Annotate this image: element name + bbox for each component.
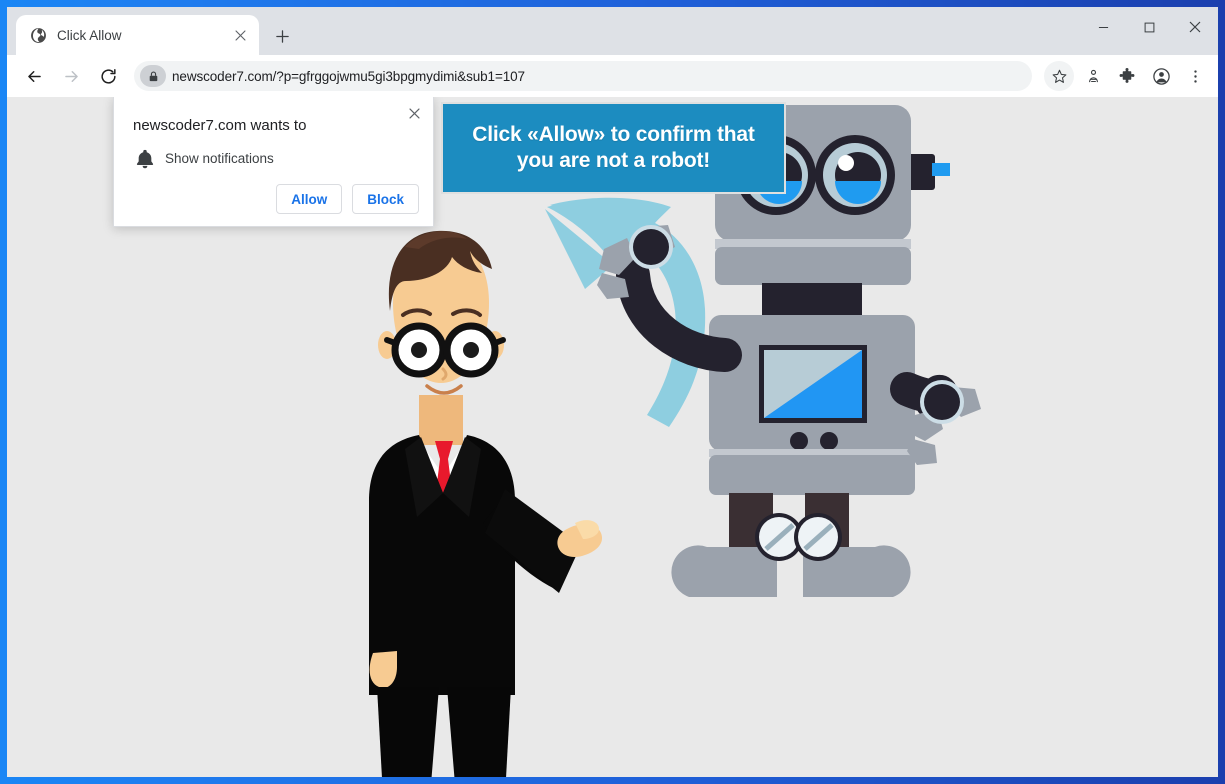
maximize-icon[interactable] — [1126, 7, 1172, 47]
address-bar[interactable]: newscoder7.com/?p=gfrggojwmu5gi3bpgmydim… — [134, 61, 1032, 91]
tab-close-icon[interactable] — [229, 24, 251, 46]
dialog-close-icon[interactable] — [402, 101, 426, 125]
allow-button[interactable]: Allow — [276, 184, 343, 214]
permission-row: Show notifications — [134, 147, 274, 169]
bell-icon — [134, 147, 156, 169]
minimize-icon[interactable] — [1080, 7, 1126, 47]
bookmark-star-icon[interactable] — [1044, 61, 1074, 91]
more-menu-icon[interactable] — [1180, 61, 1210, 91]
dialog-title: newscoder7.com wants to — [133, 117, 307, 134]
notification-permission-dialog: newscoder7.com wants to Show notificatio… — [113, 97, 434, 227]
account-avatar-icon[interactable] — [1146, 61, 1176, 91]
browser-toolbar: newscoder7.com/?p=gfrggojwmu5gi3bpgmydim… — [7, 55, 1218, 97]
banner-text: Click «Allow» to confirm that you are no… — [462, 122, 764, 173]
globe-icon — [30, 27, 47, 44]
url-text: newscoder7.com/?p=gfrggojwmu5gi3bpgmydim… — [172, 68, 525, 84]
banner-line-1: Click «Allow» to confirm that — [472, 123, 755, 147]
lock-icon[interactable] — [140, 65, 166, 87]
window-frame: Click Allow newscoder7.com/?p=gfrggojwmu… — [0, 0, 1225, 784]
businessman-figure — [369, 230, 603, 777]
close-icon[interactable] — [1172, 7, 1218, 47]
browser-window: Click Allow newscoder7.com/?p=gfrggojwmu… — [7, 7, 1218, 777]
reload-icon[interactable] — [93, 61, 123, 91]
browser-tab[interactable]: Click Allow — [16, 15, 259, 55]
block-button[interactable]: Block — [352, 184, 419, 214]
permission-label: Show notifications — [165, 150, 274, 166]
new-tab-button[interactable] — [269, 23, 295, 49]
back-icon[interactable] — [19, 61, 49, 91]
curved-arrow-up-left-icon — [545, 197, 706, 427]
tab-strip: Click Allow — [7, 7, 1218, 55]
window-controls — [1080, 7, 1218, 55]
scam-banner: Click «Allow» to confirm that you are no… — [441, 102, 786, 194]
tab-title: Click Allow — [57, 27, 122, 43]
dialog-actions: Allow Block — [276, 184, 419, 214]
forward-icon[interactable] — [56, 61, 86, 91]
extensions-puzzle-icon[interactable] — [1112, 61, 1142, 91]
page-viewport: Click «Allow» to confirm that you are no… — [7, 97, 1218, 777]
profile-share-icon[interactable] — [1078, 61, 1108, 91]
banner-line-2: you are not a robot! — [516, 149, 711, 172]
